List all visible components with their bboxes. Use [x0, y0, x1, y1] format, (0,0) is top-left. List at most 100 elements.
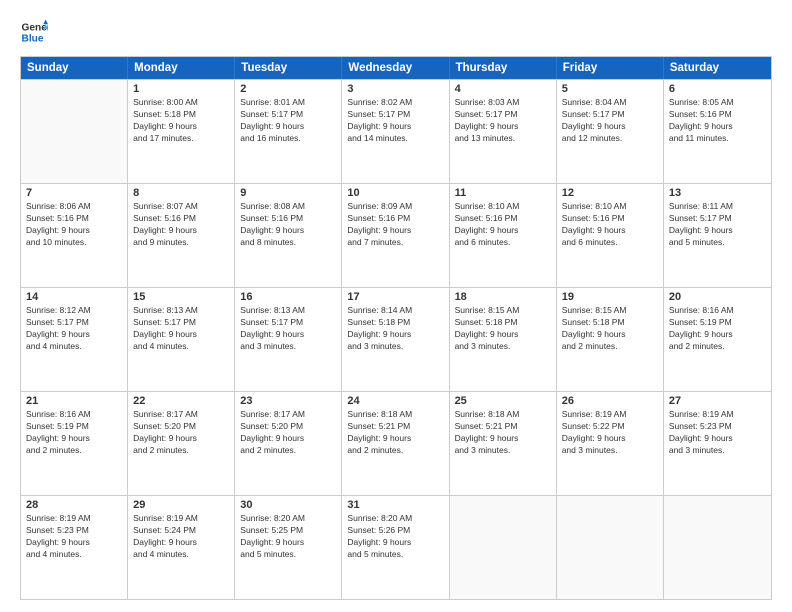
day-info: Sunrise: 8:19 AM Sunset: 5:23 PM Dayligh…	[669, 409, 766, 457]
header-day: Sunday	[21, 57, 128, 79]
day-number: 26	[562, 395, 658, 407]
calendar-cell: 8 Sunrise: 8:07 AM Sunset: 5:16 PM Daylig…	[128, 184, 235, 287]
day-info: Sunrise: 8:07 AM Sunset: 5:16 PM Dayligh…	[133, 201, 229, 249]
calendar-cell: 24 Sunrise: 8:18 AM Sunset: 5:21 PM Dayli…	[342, 392, 449, 495]
calendar-cell: 30 Sunrise: 8:20 AM Sunset: 5:25 PM Dayli…	[235, 496, 342, 599]
calendar-cell: 7 Sunrise: 8:06 AM Sunset: 5:16 PM Daylig…	[21, 184, 128, 287]
day-number: 3	[347, 83, 443, 95]
day-info: Sunrise: 8:20 AM Sunset: 5:25 PM Dayligh…	[240, 513, 336, 561]
header-day: Wednesday	[342, 57, 449, 79]
day-info: Sunrise: 8:18 AM Sunset: 5:21 PM Dayligh…	[455, 409, 551, 457]
day-info: Sunrise: 8:15 AM Sunset: 5:18 PM Dayligh…	[562, 305, 658, 353]
day-info: Sunrise: 8:03 AM Sunset: 5:17 PM Dayligh…	[455, 97, 551, 145]
day-info: Sunrise: 8:09 AM Sunset: 5:16 PM Dayligh…	[347, 201, 443, 249]
svg-text:Blue: Blue	[22, 33, 44, 44]
calendar-cell: 12 Sunrise: 8:10 AM Sunset: 5:16 PM Dayli…	[557, 184, 664, 287]
calendar-cell: 18 Sunrise: 8:15 AM Sunset: 5:18 PM Dayli…	[450, 288, 557, 391]
header-day: Thursday	[450, 57, 557, 79]
calendar-row: 28Sunrise: 8:19 AM Sunset: 5:23 PM Dayli…	[21, 495, 771, 599]
calendar-cell: 3 Sunrise: 8:02 AM Sunset: 5:17 PM Daylig…	[342, 80, 449, 183]
day-number: 2	[240, 83, 336, 95]
calendar-cell: 27 Sunrise: 8:19 AM Sunset: 5:23 PM Dayli…	[664, 392, 771, 495]
header-day: Tuesday	[235, 57, 342, 79]
calendar-cell: 23Sunrise: 8:17 AM Sunset: 5:20 PM Dayli…	[235, 392, 342, 495]
calendar-cell: 13 Sunrise: 8:11 AM Sunset: 5:17 PM Dayli…	[664, 184, 771, 287]
day-info: Sunrise: 8:10 AM Sunset: 5:16 PM Dayligh…	[455, 201, 551, 249]
calendar-cell: 20 Sunrise: 8:16 AM Sunset: 5:19 PM Dayli…	[664, 288, 771, 391]
calendar-cell: 26 Sunrise: 8:19 AM Sunset: 5:22 PM Dayli…	[557, 392, 664, 495]
calendar-cell	[664, 496, 771, 599]
day-number: 18	[455, 291, 551, 303]
day-info: Sunrise: 8:16 AM Sunset: 5:19 PM Dayligh…	[669, 305, 766, 353]
day-number: 1	[133, 83, 229, 95]
calendar-cell: 19Sunrise: 8:15 AM Sunset: 5:18 PM Dayli…	[557, 288, 664, 391]
day-number: 29	[133, 499, 229, 511]
day-number: 13	[669, 187, 766, 199]
day-number: 17	[347, 291, 443, 303]
day-number: 30	[240, 499, 336, 511]
day-number: 8	[133, 187, 229, 199]
header: General Blue	[20, 18, 772, 46]
day-number: 11	[455, 187, 551, 199]
day-info: Sunrise: 8:19 AM Sunset: 5:23 PM Dayligh…	[26, 513, 122, 561]
calendar-cell: 4Sunrise: 8:03 AM Sunset: 5:17 PM Daylig…	[450, 80, 557, 183]
day-info: Sunrise: 8:16 AM Sunset: 5:19 PM Dayligh…	[26, 409, 122, 457]
day-info: Sunrise: 8:19 AM Sunset: 5:22 PM Dayligh…	[562, 409, 658, 457]
calendar-body: 1 Sunrise: 8:00 AM Sunset: 5:18 PM Daylig…	[21, 79, 771, 599]
day-number: 5	[562, 83, 658, 95]
calendar-row: 21Sunrise: 8:16 AM Sunset: 5:19 PM Dayli…	[21, 391, 771, 495]
logo-icon: General Blue	[20, 18, 48, 46]
calendar-cell: 28Sunrise: 8:19 AM Sunset: 5:23 PM Dayli…	[21, 496, 128, 599]
calendar-cell	[450, 496, 557, 599]
header-day: Friday	[557, 57, 664, 79]
day-number: 12	[562, 187, 658, 199]
logo: General Blue	[20, 18, 48, 46]
day-info: Sunrise: 8:17 AM Sunset: 5:20 PM Dayligh…	[133, 409, 229, 457]
day-number: 6	[669, 83, 766, 95]
calendar-header: SundayMondayTuesdayWednesdayThursdayFrid…	[21, 57, 771, 79]
day-info: Sunrise: 8:11 AM Sunset: 5:17 PM Dayligh…	[669, 201, 766, 249]
day-info: Sunrise: 8:04 AM Sunset: 5:17 PM Dayligh…	[562, 97, 658, 145]
page: General Blue SundayMondayTuesdayWednesda…	[0, 0, 792, 612]
header-day: Saturday	[664, 57, 771, 79]
calendar-cell: 25 Sunrise: 8:18 AM Sunset: 5:21 PM Dayli…	[450, 392, 557, 495]
day-info: Sunrise: 8:17 AM Sunset: 5:20 PM Dayligh…	[240, 409, 336, 457]
day-number: 20	[669, 291, 766, 303]
day-info: Sunrise: 8:01 AM Sunset: 5:17 PM Dayligh…	[240, 97, 336, 145]
day-info: Sunrise: 8:02 AM Sunset: 5:17 PM Dayligh…	[347, 97, 443, 145]
day-info: Sunrise: 8:00 AM Sunset: 5:18 PM Dayligh…	[133, 97, 229, 145]
day-info: Sunrise: 8:06 AM Sunset: 5:16 PM Dayligh…	[26, 201, 122, 249]
calendar-cell: 31 Sunrise: 8:20 AM Sunset: 5:26 PM Dayli…	[342, 496, 449, 599]
day-info: Sunrise: 8:13 AM Sunset: 5:17 PM Dayligh…	[133, 305, 229, 353]
day-info: Sunrise: 8:19 AM Sunset: 5:24 PM Dayligh…	[133, 513, 229, 561]
day-number: 22	[133, 395, 229, 407]
day-number: 24	[347, 395, 443, 407]
day-number: 10	[347, 187, 443, 199]
day-info: Sunrise: 8:18 AM Sunset: 5:21 PM Dayligh…	[347, 409, 443, 457]
calendar-cell	[557, 496, 664, 599]
day-info: Sunrise: 8:13 AM Sunset: 5:17 PM Dayligh…	[240, 305, 336, 353]
calendar-cell: 11 Sunrise: 8:10 AM Sunset: 5:16 PM Dayli…	[450, 184, 557, 287]
calendar-cell: 9Sunrise: 8:08 AM Sunset: 5:16 PM Daylig…	[235, 184, 342, 287]
calendar-cell: 14Sunrise: 8:12 AM Sunset: 5:17 PM Dayli…	[21, 288, 128, 391]
day-number: 27	[669, 395, 766, 407]
day-info: Sunrise: 8:05 AM Sunset: 5:16 PM Dayligh…	[669, 97, 766, 145]
calendar-cell: 15 Sunrise: 8:13 AM Sunset: 5:17 PM Dayli…	[128, 288, 235, 391]
calendar-cell: 29 Sunrise: 8:19 AM Sunset: 5:24 PM Dayli…	[128, 496, 235, 599]
day-info: Sunrise: 8:20 AM Sunset: 5:26 PM Dayligh…	[347, 513, 443, 561]
day-number: 31	[347, 499, 443, 511]
day-number: 7	[26, 187, 122, 199]
day-info: Sunrise: 8:08 AM Sunset: 5:16 PM Dayligh…	[240, 201, 336, 249]
day-info: Sunrise: 8:15 AM Sunset: 5:18 PM Dayligh…	[455, 305, 551, 353]
calendar-cell: 17 Sunrise: 8:14 AM Sunset: 5:18 PM Dayli…	[342, 288, 449, 391]
calendar-cell: 16 Sunrise: 8:13 AM Sunset: 5:17 PM Dayli…	[235, 288, 342, 391]
day-info: Sunrise: 8:10 AM Sunset: 5:16 PM Dayligh…	[562, 201, 658, 249]
calendar-cell: 21Sunrise: 8:16 AM Sunset: 5:19 PM Dayli…	[21, 392, 128, 495]
day-info: Sunrise: 8:14 AM Sunset: 5:18 PM Dayligh…	[347, 305, 443, 353]
day-number: 25	[455, 395, 551, 407]
day-number: 16	[240, 291, 336, 303]
calendar-row: 1 Sunrise: 8:00 AM Sunset: 5:18 PM Daylig…	[21, 79, 771, 183]
day-number: 15	[133, 291, 229, 303]
calendar-cell: 2 Sunrise: 8:01 AM Sunset: 5:17 PM Daylig…	[235, 80, 342, 183]
calendar-row: 14Sunrise: 8:12 AM Sunset: 5:17 PM Dayli…	[21, 287, 771, 391]
